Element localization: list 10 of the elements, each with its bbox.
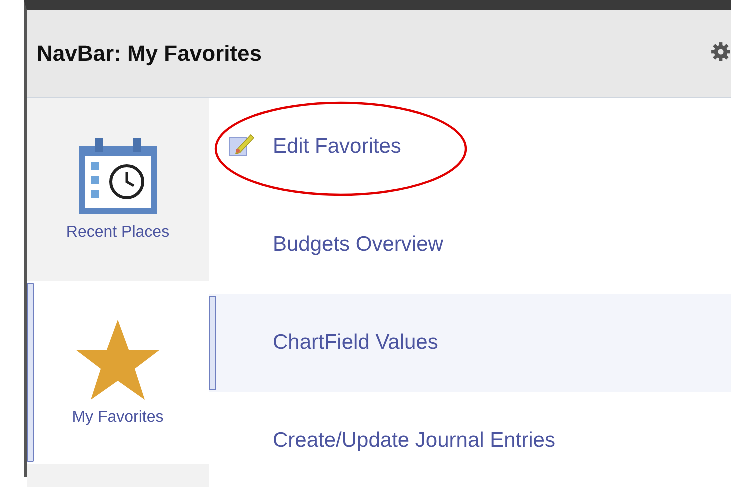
menu-item[interactable]: Budgets Overview (209, 196, 731, 294)
sidebar-tab[interactable]: Recent Places (27, 98, 209, 281)
edit-icon (229, 132, 255, 158)
sidebar-tab[interactable]: My Favorites (27, 281, 209, 464)
calendar-clock-icon (77, 138, 159, 216)
menu-item[interactable]: Edit Favorites (209, 98, 731, 196)
menu-item[interactable]: ChartField Values (209, 294, 731, 392)
menu-item[interactable]: Create/Update Journal Entries (209, 392, 731, 487)
star-icon (75, 318, 161, 400)
window-title: NavBar: My Favorites (37, 40, 262, 66)
